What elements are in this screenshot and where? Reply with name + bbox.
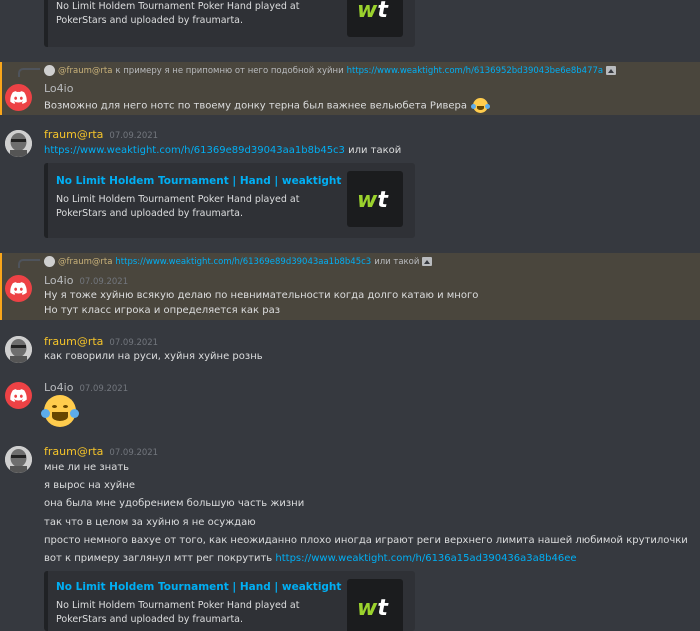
reply-avatar xyxy=(44,256,55,267)
embed-description: No Limit Holdem Tournament Poker Hand pl… xyxy=(56,1,300,26)
link-embed: No Limit Holdem Tournament Poker Hand pl… xyxy=(44,0,415,47)
message-text: вот к примеру заглянул мтт рег покрутить… xyxy=(44,553,577,564)
message-text: как говорили на руси, хуйня хуйне рознь xyxy=(44,351,263,362)
message-text-suffix: или такой xyxy=(348,145,402,156)
message-text: просто немного вахуе от того, как неожид… xyxy=(44,535,688,546)
message-text: Возможно для него нотс по твоему донку т… xyxy=(44,98,491,113)
timestamp: 07.09.2021 xyxy=(79,384,129,394)
avatar[interactable] xyxy=(5,382,32,409)
reply-link[interactable]: https://www.weaktight.com/h/61369e89d390… xyxy=(115,257,371,267)
embed-thumbnail[interactable]: wt xyxy=(347,579,403,631)
timestamp: 07.09.2021 xyxy=(79,277,129,287)
reply-spine xyxy=(18,259,40,268)
author-name-text[interactable]: Lo4io xyxy=(44,274,73,287)
reply-avatar xyxy=(44,65,55,76)
reply-spine xyxy=(18,68,40,77)
author-name[interactable]: fraum@rta 07.09.2021 xyxy=(44,335,158,348)
embed-thumbnail[interactable]: wt xyxy=(347,0,403,37)
svg-text:wt: wt xyxy=(357,188,389,212)
message-text-content: Возможно для него нотс по твоему донку т… xyxy=(44,100,467,112)
author-name-text[interactable]: fraum@rta xyxy=(44,335,103,348)
message-text: https://www.weaktight.com/h/61369e89d390… xyxy=(44,145,401,156)
message-text: она была мне удобрением большую часть жи… xyxy=(44,498,305,509)
joy-emoji-icon xyxy=(41,395,79,427)
joy-emoji-icon xyxy=(471,98,491,113)
message-text: Но тут класс игрока и определяется как р… xyxy=(44,305,281,316)
timestamp: 07.09.2021 xyxy=(109,448,159,458)
avatar[interactable] xyxy=(5,336,32,363)
message-text: мне ли не знать xyxy=(44,462,130,473)
embed-thumbnail[interactable]: wt xyxy=(347,171,403,227)
avatar[interactable] xyxy=(5,275,32,302)
embed-title[interactable]: No Limit Holdem Tournament | Hand | weak… xyxy=(56,581,341,593)
author-name[interactable]: Lo4io 07.09.2021 xyxy=(44,381,128,394)
avatar[interactable] xyxy=(5,446,32,473)
reply-preview[interactable]: @fraum@rta к примеру я не припомню от не… xyxy=(44,65,617,76)
author-name[interactable]: fraum@rta 07.09.2021 xyxy=(44,128,158,141)
message-text: я вырос на хуйне xyxy=(44,480,135,491)
reply-mention[interactable]: @fraum@rta xyxy=(58,257,112,267)
embed-title[interactable]: No Limit Holdem Tournament | Hand | weak… xyxy=(56,175,341,187)
message-text: так что в целом за хуйню я не осуждаю xyxy=(44,517,256,528)
svg-text:wt: wt xyxy=(357,0,389,22)
discord-logo-icon xyxy=(10,91,27,104)
embed-description: No Limit Holdem Tournament Poker Hand pl… xyxy=(56,600,300,625)
timestamp: 07.09.2021 xyxy=(109,131,159,141)
message-link[interactable]: https://www.weaktight.com/h/6136a15ad390… xyxy=(275,553,576,564)
avatar[interactable] xyxy=(5,84,32,111)
author-name-text[interactable]: fraum@rta xyxy=(44,128,103,141)
timestamp: 07.09.2021 xyxy=(109,338,159,348)
message-link[interactable]: https://www.weaktight.com/h/61369e89d390… xyxy=(44,145,345,156)
image-icon xyxy=(606,66,617,75)
embed-description: No Limit Holdem Tournament Poker Hand pl… xyxy=(56,194,300,219)
message-text: Ну я тоже хуйню всякую делаю по невнимат… xyxy=(44,290,479,301)
reply-text: к примеру я не припомню от него подобной… xyxy=(115,65,344,76)
reply-preview[interactable]: @fraum@rta https://www.weaktight.com/h/6… xyxy=(44,256,433,267)
reply-text: или такой xyxy=(374,256,420,267)
reply-mention[interactable]: @fraum@rta xyxy=(58,66,112,76)
author-name[interactable]: fraum@rta 07.09.2021 xyxy=(44,445,158,458)
author-name[interactable]: Lo4io 07.09.2021 xyxy=(44,274,128,287)
message-text-content: вот к примеру заглянул мтт рег покрутить xyxy=(44,553,273,564)
avatar[interactable] xyxy=(5,130,32,157)
svg-text:wt: wt xyxy=(357,596,389,620)
link-embed: No Limit Holdem Tournament | Hand | weak… xyxy=(44,163,415,238)
author-name[interactable]: Lo4io xyxy=(44,82,73,95)
author-name-text[interactable]: Lo4io xyxy=(44,381,73,394)
reply-link[interactable]: https://www.weaktight.com/h/6136952bd390… xyxy=(347,66,604,76)
author-name-text[interactable]: fraum@rta xyxy=(44,445,103,458)
image-icon xyxy=(422,257,433,266)
link-embed: No Limit Holdem Tournament | Hand | weak… xyxy=(44,571,415,631)
